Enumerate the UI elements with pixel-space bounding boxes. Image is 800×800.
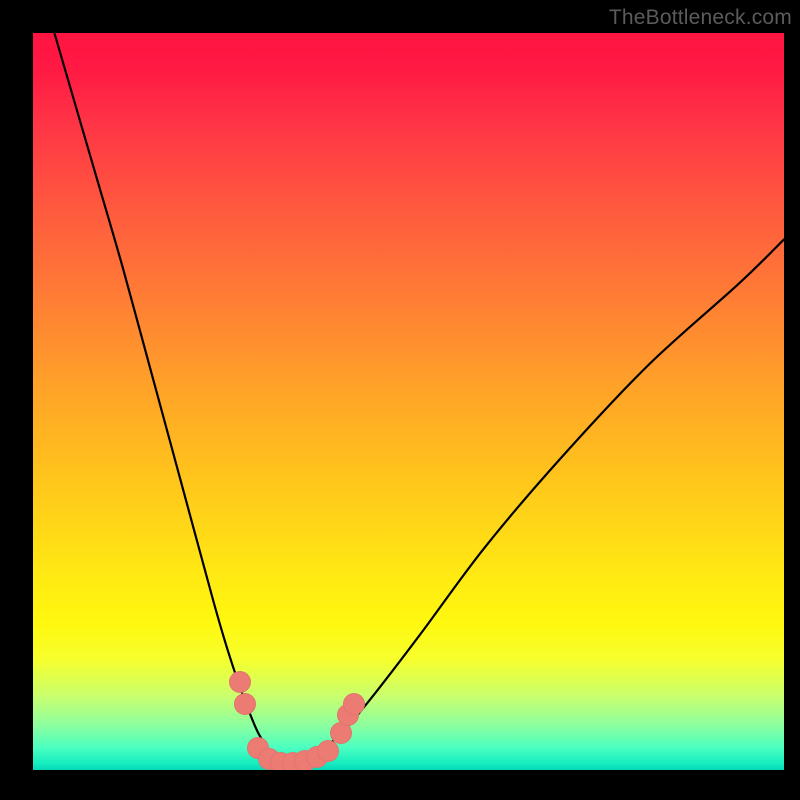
marker-group xyxy=(33,33,784,770)
plot-area xyxy=(33,33,784,770)
chart-frame: TheBottleneck.com xyxy=(0,0,800,800)
data-marker xyxy=(343,693,365,715)
watermark-text: TheBottleneck.com xyxy=(609,6,792,30)
data-marker xyxy=(234,693,256,715)
data-marker xyxy=(229,671,251,693)
